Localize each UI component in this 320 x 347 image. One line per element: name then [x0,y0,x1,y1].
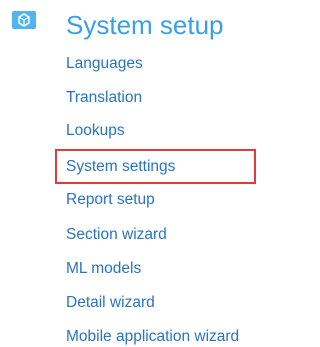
settings-cube-icon [12,11,36,29]
menu-item-system-settings[interactable]: System settings [55,149,256,184]
menu-item-ml-models[interactable]: ML models [66,257,141,281]
menu-item-detail-wizard[interactable]: Detail wizard [66,291,155,315]
menu-item-mobile-application-wizard[interactable]: Mobile application wizard [66,325,239,347]
menu-item-languages[interactable]: Languages [66,52,143,76]
menu-item-lookups[interactable]: Lookups [66,119,125,143]
system-setup-section: System setup Languages Translation Looku… [0,0,272,347]
menu-item-translation[interactable]: Translation [66,86,142,110]
section-title: System setup [66,10,224,40]
menu-item-section-wizard[interactable]: Section wizard [66,223,167,247]
menu-item-report-setup[interactable]: Report setup [66,188,155,212]
